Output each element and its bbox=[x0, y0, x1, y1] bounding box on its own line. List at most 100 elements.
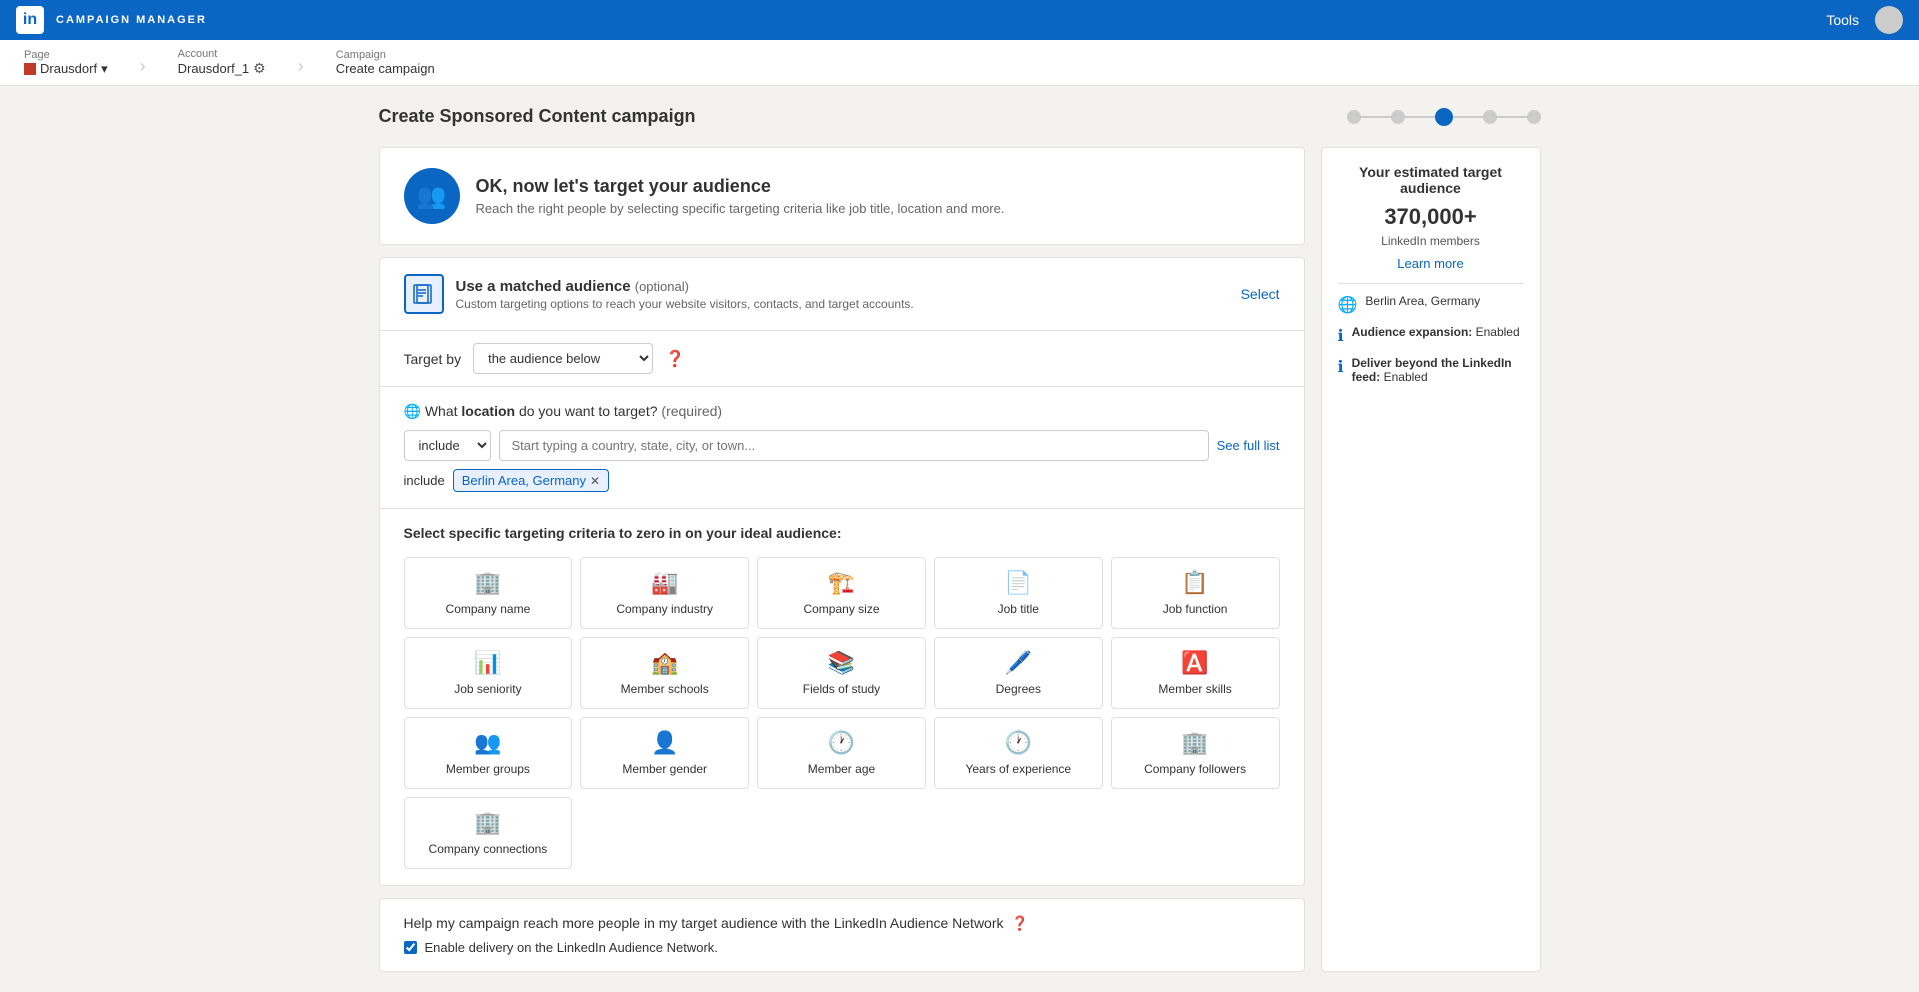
account-name: Drausdorf_1 bbox=[178, 61, 250, 76]
years-experience-icon: 🕐 bbox=[1005, 730, 1032, 756]
nav-left: in CAMPAIGN MANAGER bbox=[16, 6, 207, 34]
app-title: CAMPAIGN MANAGER bbox=[56, 14, 207, 26]
audience-header-text: OK, now let's target your audience Reach… bbox=[476, 176, 1005, 216]
criteria-company-connections[interactable]: 🏢 Company connections bbox=[404, 797, 573, 869]
breadcrumb-page: Page Drausdorf ▾ bbox=[24, 49, 108, 77]
breadcrumb: Page Drausdorf ▾ › Account Drausdorf_1 ⚙… bbox=[0, 40, 1919, 86]
include-label: include bbox=[404, 473, 445, 488]
criteria-company-size[interactable]: 🏗️ Company size bbox=[757, 557, 926, 629]
location-tag-remove[interactable]: ✕ bbox=[590, 474, 600, 488]
criteria-member-schools-label: Member schools bbox=[621, 682, 709, 696]
page-header: Create Sponsored Content campaign bbox=[379, 106, 1541, 127]
criteria-company-connections-label: Company connections bbox=[429, 842, 548, 856]
enable-delivery-checkbox[interactable] bbox=[404, 941, 417, 954]
company-name-icon: 🏢 bbox=[474, 570, 501, 596]
criteria-member-groups[interactable]: 👥 Member groups bbox=[404, 717, 573, 789]
enable-delivery-label[interactable]: Enable delivery on the LinkedIn Audience… bbox=[425, 940, 718, 955]
select-matched-audience-link[interactable]: Select bbox=[1241, 286, 1280, 302]
criteria-job-function[interactable]: 📋 Job function bbox=[1111, 557, 1280, 629]
location-tag-name: Berlin Area, Germany bbox=[462, 473, 586, 488]
matched-audience-section: Use a matched audience (optional) Custom… bbox=[380, 258, 1304, 331]
criteria-company-name-label: Company name bbox=[446, 602, 531, 616]
content-layout: 👥 OK, now let's target your audience Rea… bbox=[379, 147, 1541, 972]
target-by-select[interactable]: the audience below bbox=[473, 343, 653, 374]
criteria-title: Select specific targeting criteria to ze… bbox=[404, 525, 1280, 541]
target-by-row: Target by the audience below ❓ bbox=[380, 331, 1304, 387]
member-age-icon: 🕐 bbox=[828, 730, 855, 756]
criteria-job-seniority[interactable]: 📊 Job seniority bbox=[404, 637, 573, 709]
side-info-location: 🌐 Berlin Area, Germany bbox=[1338, 294, 1524, 315]
step-line-2 bbox=[1405, 116, 1435, 118]
matched-optional: (optional) bbox=[635, 279, 689, 294]
see-full-list-link[interactable]: See full list bbox=[1217, 438, 1280, 453]
criteria-member-age[interactable]: 🕐 Member age bbox=[757, 717, 926, 789]
degrees-icon: 🖊️ bbox=[1005, 650, 1032, 676]
location-required: (required) bbox=[658, 403, 723, 419]
company-connections-icon: 🏢 bbox=[474, 810, 501, 836]
step-1 bbox=[1347, 110, 1361, 124]
criteria-company-followers[interactable]: 🏢 Company followers bbox=[1111, 717, 1280, 789]
criteria-fields-of-study-label: Fields of study bbox=[803, 682, 880, 696]
audience-network-help-icon[interactable]: ❓ bbox=[1011, 915, 1028, 931]
step-2 bbox=[1391, 110, 1405, 124]
page-name: Drausdorf bbox=[40, 61, 97, 76]
criteria-member-age-label: Member age bbox=[808, 762, 875, 776]
criteria-member-skills-label: Member skills bbox=[1158, 682, 1231, 696]
member-groups-icon: 👥 bbox=[474, 730, 501, 756]
page-dropdown-icon[interactable]: ▾ bbox=[101, 61, 108, 77]
job-title-icon: 📄 bbox=[1005, 570, 1032, 596]
audience-network-title: Help my campaign reach more people in my… bbox=[404, 915, 1280, 932]
matched-description: Custom targeting options to reach your w… bbox=[456, 297, 914, 311]
criteria-grid: 🏢 Company name 🏭 Company industry 🏗️ Com… bbox=[404, 557, 1280, 869]
criteria-member-gender[interactable]: 👤 Member gender bbox=[580, 717, 749, 789]
location-input-row: include exclude See full list bbox=[404, 430, 1280, 461]
audience-header-card: 👥 OK, now let's target your audience Rea… bbox=[379, 147, 1305, 245]
breadcrumb-account: Account Drausdorf_1 ⚙ bbox=[178, 48, 266, 77]
location-section: 🌐 What location do you want to target? (… bbox=[380, 387, 1304, 509]
criteria-member-schools[interactable]: 🏫 Member schools bbox=[580, 637, 749, 709]
estimated-sub: LinkedIn members bbox=[1338, 234, 1524, 248]
criteria-company-industry[interactable]: 🏭 Company industry bbox=[580, 557, 749, 629]
criteria-member-gender-label: Member gender bbox=[622, 762, 707, 776]
criteria-company-size-label: Company size bbox=[803, 602, 879, 616]
breadcrumb-campaign: Campaign Create campaign bbox=[336, 49, 435, 76]
step-line-1 bbox=[1361, 116, 1391, 118]
side-info-audience-expansion: ℹ Audience expansion: Enabled bbox=[1338, 325, 1524, 346]
page-color-indicator bbox=[24, 63, 36, 75]
audience-network-section: Help my campaign reach more people in my… bbox=[379, 898, 1305, 972]
location-title: 🌐 What location do you want to target? (… bbox=[404, 403, 1280, 420]
campaign-name: Create campaign bbox=[336, 61, 435, 76]
estimated-target-panel: Your estimated target audience 370,000+ … bbox=[1321, 147, 1541, 972]
fields-of-study-icon: 📚 bbox=[828, 650, 855, 676]
step-line-4 bbox=[1497, 116, 1527, 118]
campaign-type: Sponsored Content bbox=[440, 106, 607, 126]
member-gender-icon: 👤 bbox=[651, 730, 678, 756]
top-navigation: in CAMPAIGN MANAGER Tools bbox=[0, 0, 1919, 40]
audience-network-checkbox-row: Enable delivery on the LinkedIn Audience… bbox=[404, 940, 1280, 955]
company-industry-icon: 🏭 bbox=[651, 570, 678, 596]
side-divider bbox=[1338, 283, 1524, 284]
beyond-feed-icon: ℹ bbox=[1338, 357, 1344, 377]
tools-link[interactable]: Tools bbox=[1826, 12, 1859, 28]
criteria-fields-of-study[interactable]: 📚 Fields of study bbox=[757, 637, 926, 709]
help-icon[interactable]: ❓ bbox=[665, 349, 685, 369]
account-settings-icon[interactable]: ⚙ bbox=[253, 60, 266, 77]
location-include-select[interactable]: include exclude bbox=[404, 430, 491, 461]
targeting-card: Use a matched audience (optional) Custom… bbox=[379, 257, 1305, 886]
estimated-count: 370,000+ bbox=[1338, 204, 1524, 230]
audience-expansion-icon: ℹ bbox=[1338, 326, 1344, 346]
criteria-years-experience[interactable]: 🕐 Years of experience bbox=[934, 717, 1103, 789]
learn-more-link[interactable]: Learn more bbox=[1338, 256, 1524, 271]
location-search-input[interactable] bbox=[499, 430, 1209, 461]
audience-header-description: Reach the right people by selecting spec… bbox=[476, 201, 1005, 216]
step-indicator bbox=[1347, 108, 1541, 126]
criteria-years-experience-label: Years of experience bbox=[965, 762, 1071, 776]
linkedin-logo: in bbox=[16, 6, 44, 34]
criteria-member-skills[interactable]: 🅰️ Member skills bbox=[1111, 637, 1280, 709]
user-avatar[interactable] bbox=[1875, 6, 1903, 34]
step-5 bbox=[1527, 110, 1541, 124]
criteria-job-title[interactable]: 📄 Job title bbox=[934, 557, 1103, 629]
main-content: Create Sponsored Content campaign 👥 OK, … bbox=[355, 86, 1565, 992]
criteria-company-name[interactable]: 🏢 Company name bbox=[404, 557, 573, 629]
criteria-degrees[interactable]: 🖊️ Degrees bbox=[934, 637, 1103, 709]
